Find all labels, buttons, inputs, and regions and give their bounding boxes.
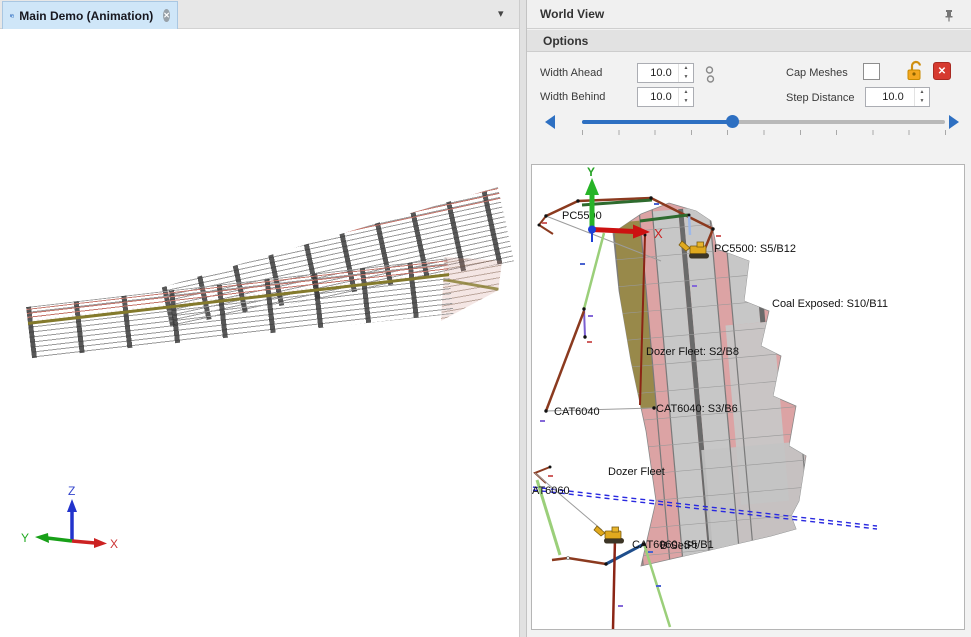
map-label-cat6060-origin: CAT6060	[532, 485, 570, 497]
tab-label: Main Demo (Animation)	[19, 9, 153, 23]
width-behind-spinner[interactable]: 10.0 ▲▼	[637, 87, 694, 107]
world-map-canvas[interactable]: PC5500 Y X	[531, 164, 965, 630]
viewport-axis-triad: Z Y X	[15, 469, 135, 569]
axis-z-label: Z	[68, 484, 75, 498]
close-options-button[interactable]: ✕	[933, 62, 951, 80]
tab-main-demo[interactable]: Main Demo (Animation) ✕	[2, 1, 178, 29]
width-behind-value[interactable]: 10.0	[638, 88, 678, 106]
width-ahead-label: Width Ahead	[540, 67, 602, 79]
animation-icon	[10, 8, 14, 23]
axis-y-label: Y	[21, 531, 29, 545]
lock-open-icon[interactable]	[905, 60, 925, 82]
tab-close-icon[interactable]: ✕	[163, 9, 170, 22]
cap-meshes-checkbox[interactable]	[863, 63, 880, 80]
step-distance-label: Step Distance	[786, 92, 854, 104]
step-distance-value[interactable]: 10.0	[866, 88, 914, 106]
map-label-pc5500-origin: PC5500	[562, 210, 602, 222]
pin-icon[interactable]	[941, 7, 957, 23]
map-axis-y-label: Y	[587, 165, 595, 179]
slider-track[interactable]	[582, 120, 945, 124]
cap-meshes-label: Cap Meshes	[786, 67, 848, 79]
map-axis-x-label: X	[654, 226, 663, 241]
slider-ticks	[582, 130, 946, 135]
map-label-dozer-fleet-status: Dozer Fleet: S2/B8	[646, 346, 739, 358]
axis-x-label: X	[110, 537, 118, 551]
mesh-red-strips	[286, 188, 500, 245]
tab-bar: Main Demo (Animation) ✕ ▾	[0, 0, 519, 29]
width-behind-up-icon[interactable]: ▲	[679, 88, 693, 97]
map-label-cat6040-status: CAT6040: S3/B6	[656, 403, 738, 415]
width-ahead-value[interactable]: 10.0	[638, 64, 678, 82]
width-ahead-up-icon[interactable]: ▲	[679, 64, 693, 73]
map-label-cat6040-origin: CAT6040	[554, 406, 600, 418]
step-distance-down-icon[interactable]: ▼	[915, 97, 929, 106]
map-label-setpt: B SetPt	[660, 540, 697, 552]
options-title: Options	[527, 34, 588, 48]
slider-next-icon[interactable]	[947, 114, 961, 130]
width-behind-down-icon[interactable]: ▼	[679, 97, 693, 106]
slider-fill	[582, 120, 732, 124]
world-map-graphics: PC5500 Y X	[532, 165, 964, 629]
map-label-coal-exposed: Coal Exposed: S10/B11	[772, 298, 888, 310]
world-view-header: World View	[527, 0, 971, 29]
map-label-dozer-fleet: Dozer Fleet	[608, 466, 665, 478]
map-label-pc5500-status: PC5500: S5/B12	[714, 243, 796, 255]
world-view-panel: World View Options Width Ahead 10.0 ▲▼ W…	[527, 0, 971, 637]
tab-list-dropdown-icon[interactable]: ▾	[498, 7, 504, 20]
step-distance-spinner[interactable]: 10.0 ▲▼	[865, 87, 930, 107]
width-ahead-spinner[interactable]: 10.0 ▲▼	[637, 63, 694, 83]
link-fields-icon[interactable]	[703, 64, 717, 92]
world-view-title: World View	[527, 7, 604, 21]
options-section-header[interactable]: Options	[527, 30, 971, 52]
slider-thumb[interactable]	[726, 115, 739, 128]
width-ahead-down-icon[interactable]: ▼	[679, 73, 693, 82]
step-distance-up-icon[interactable]: ▲	[915, 88, 929, 97]
panel-splitter[interactable]	[519, 0, 527, 637]
application-window: Main Demo (Animation) ✕ ▾ Z Y X	[0, 0, 971, 637]
step-slider	[537, 110, 961, 140]
main-3d-viewport[interactable]: Z Y X	[0, 29, 519, 637]
slider-prev-icon[interactable]	[543, 114, 557, 130]
width-behind-label: Width Behind	[540, 91, 605, 103]
excavator-cat6060-icon[interactable]	[594, 526, 624, 544]
